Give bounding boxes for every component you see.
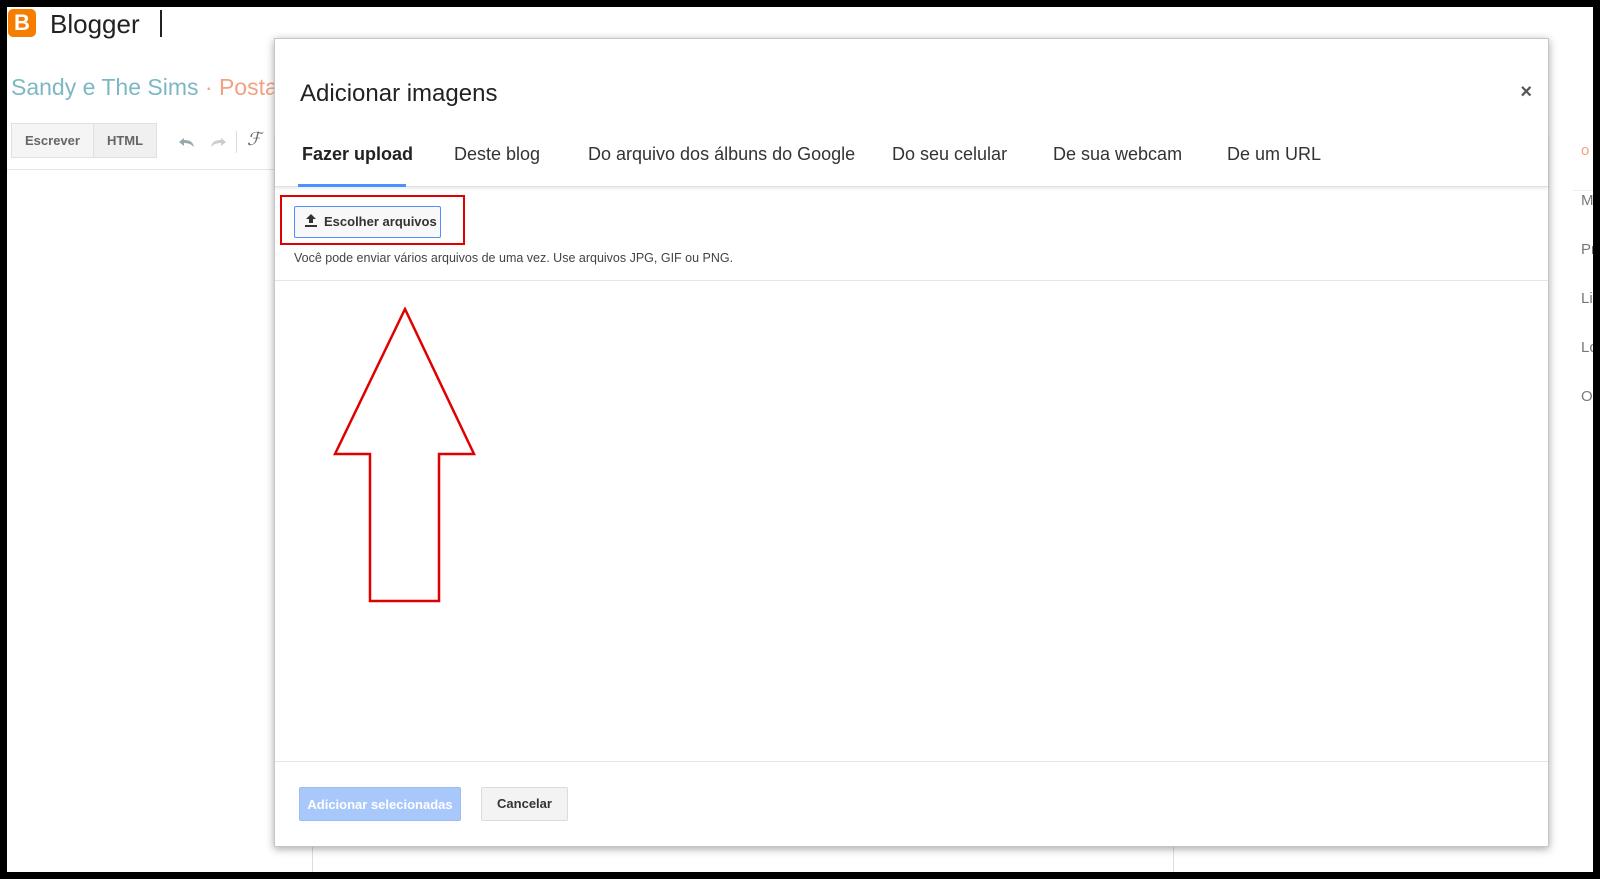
tab-de-sua-webcam[interactable]: De sua webcam (1053, 144, 1182, 165)
font-family-icon[interactable]: ℱ (247, 129, 261, 150)
tab-escrever[interactable]: Escrever (12, 124, 93, 157)
cancel-button[interactable]: Cancelar (481, 787, 568, 821)
upload-hint: Você pode enviar vários arquivos de uma … (294, 251, 734, 265)
active-tab-indicator (298, 184, 406, 187)
sidebar-edge-char: o (1581, 142, 1590, 159)
blogger-brand[interactable]: Blogger (50, 9, 140, 40)
tab-google-albums[interactable]: Do arquivo dos álbuns do Google (588, 144, 855, 165)
sidebar-item[interactable]: Ma (1581, 192, 1593, 209)
post-breadcrumb: Sandy e The Sims · Postag (11, 74, 291, 101)
add-images-dialog: Adicionar imagens × Fazer upload Deste b… (274, 38, 1549, 847)
header-divider (160, 10, 162, 37)
screen: B Blogger Sandy e The Sims · Postag Escr… (7, 7, 1593, 872)
close-icon[interactable]: × (1520, 81, 1532, 104)
source-tabs: Fazer upload Deste blog Do arquivo dos á… (275, 134, 1548, 187)
sidebar-item[interactable]: Op (1581, 388, 1593, 405)
tab-html[interactable]: HTML (92, 124, 157, 157)
up-arrow-annotation-icon (333, 307, 476, 603)
tab-fazer-upload[interactable]: Fazer upload (302, 144, 413, 165)
choose-files-label: Escolher arquivos (324, 214, 437, 229)
tab-do-seu-celular[interactable]: Do seu celular (892, 144, 1007, 165)
blogger-logo-icon[interactable]: B (8, 9, 36, 37)
divider (275, 280, 1548, 281)
title-separator: · (198, 74, 219, 100)
sidebar-divider (1573, 190, 1593, 191)
add-selected-button[interactable]: Adicionar selecionadas (299, 787, 461, 821)
blog-title[interactable]: Sandy e The Sims (11, 74, 199, 100)
sidebar-item[interactable]: Lo (1581, 339, 1593, 356)
sidebar-item[interactable]: Pr (1581, 241, 1593, 258)
choose-files-button[interactable]: Escolher arquivos (294, 206, 441, 238)
sidebar-item[interactable]: Li (1581, 290, 1593, 307)
editor-mode-tabs: Escrever HTML (11, 123, 158, 158)
editor-canvas-edge (312, 845, 1174, 872)
tab-de-um-url[interactable]: De um URL (1227, 144, 1321, 165)
redo-icon[interactable] (209, 133, 227, 154)
toolbar-divider (236, 131, 237, 153)
undo-icon[interactable] (178, 133, 196, 154)
tab-deste-blog[interactable]: Deste blog (454, 144, 540, 165)
upload-icon (305, 214, 317, 227)
footer-divider (275, 761, 1548, 762)
editor-toolbar: Escrever HTML ℱ (7, 119, 275, 170)
dialog-title: Adicionar imagens (300, 80, 498, 107)
